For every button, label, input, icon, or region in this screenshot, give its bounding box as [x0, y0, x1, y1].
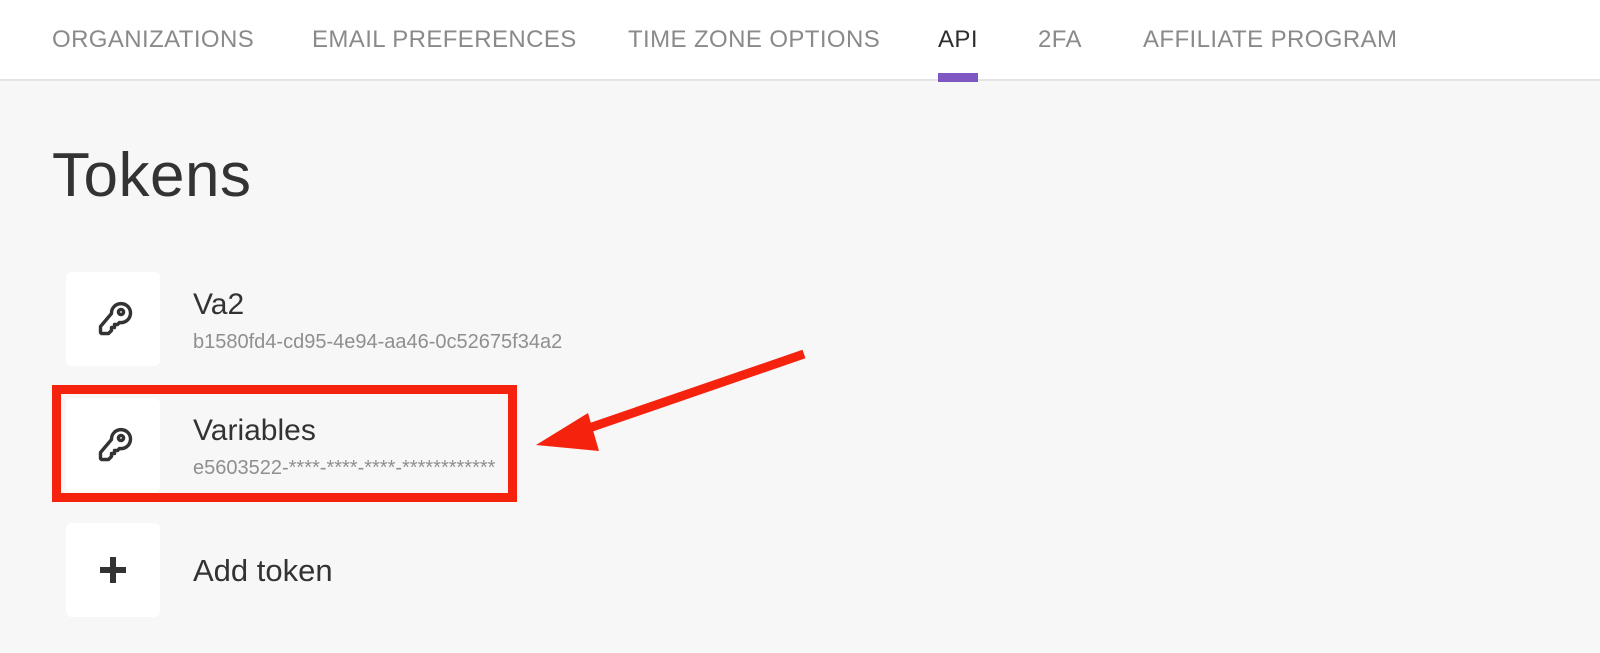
tab-api[interactable]: API [938, 0, 978, 81]
token-item-variables[interactable]: Variables e5603522-****-****-****-******… [66, 398, 626, 492]
token-icon-box [66, 398, 160, 492]
tab-organizations[interactable]: ORGANIZATIONS [52, 0, 254, 81]
token-name: Va2 [193, 288, 245, 321]
token-id: b1580fd4-cd95-4e94-aa46-0c52675f34a2 [193, 331, 563, 353]
tab-email-preferences[interactable]: EMAIL PREFERENCES [312, 0, 577, 81]
token-icon-box [66, 272, 160, 366]
key-icon [98, 301, 133, 336]
token-item-va2[interactable]: Va2 b1580fd4-cd95-4e94-aa46-0c52675f34a2 [66, 272, 626, 366]
add-icon-box [66, 523, 160, 617]
page-title: Tokens [52, 141, 252, 210]
tab-affiliate-program[interactable]: AFFILIATE PROGRAM [1143, 0, 1397, 81]
plus-icon [100, 557, 126, 583]
tab-time-zone-options[interactable]: TIME ZONE OPTIONS [628, 0, 880, 81]
key-icon [98, 427, 133, 462]
api-settings-page: ORGANIZATIONS EMAIL PREFERENCES TIME ZON… [0, 0, 1600, 653]
active-tab-indicator [938, 73, 978, 82]
token-id: e5603522-****-****-****-************ [193, 457, 496, 479]
add-token-button[interactable]: Add token [66, 523, 626, 617]
settings-tabs: ORGANIZATIONS EMAIL PREFERENCES TIME ZON… [0, 0, 1600, 82]
tab-2fa[interactable]: 2FA [1038, 0, 1082, 81]
add-token-label: Add token [193, 553, 333, 588]
token-name: Variables [193, 414, 316, 447]
